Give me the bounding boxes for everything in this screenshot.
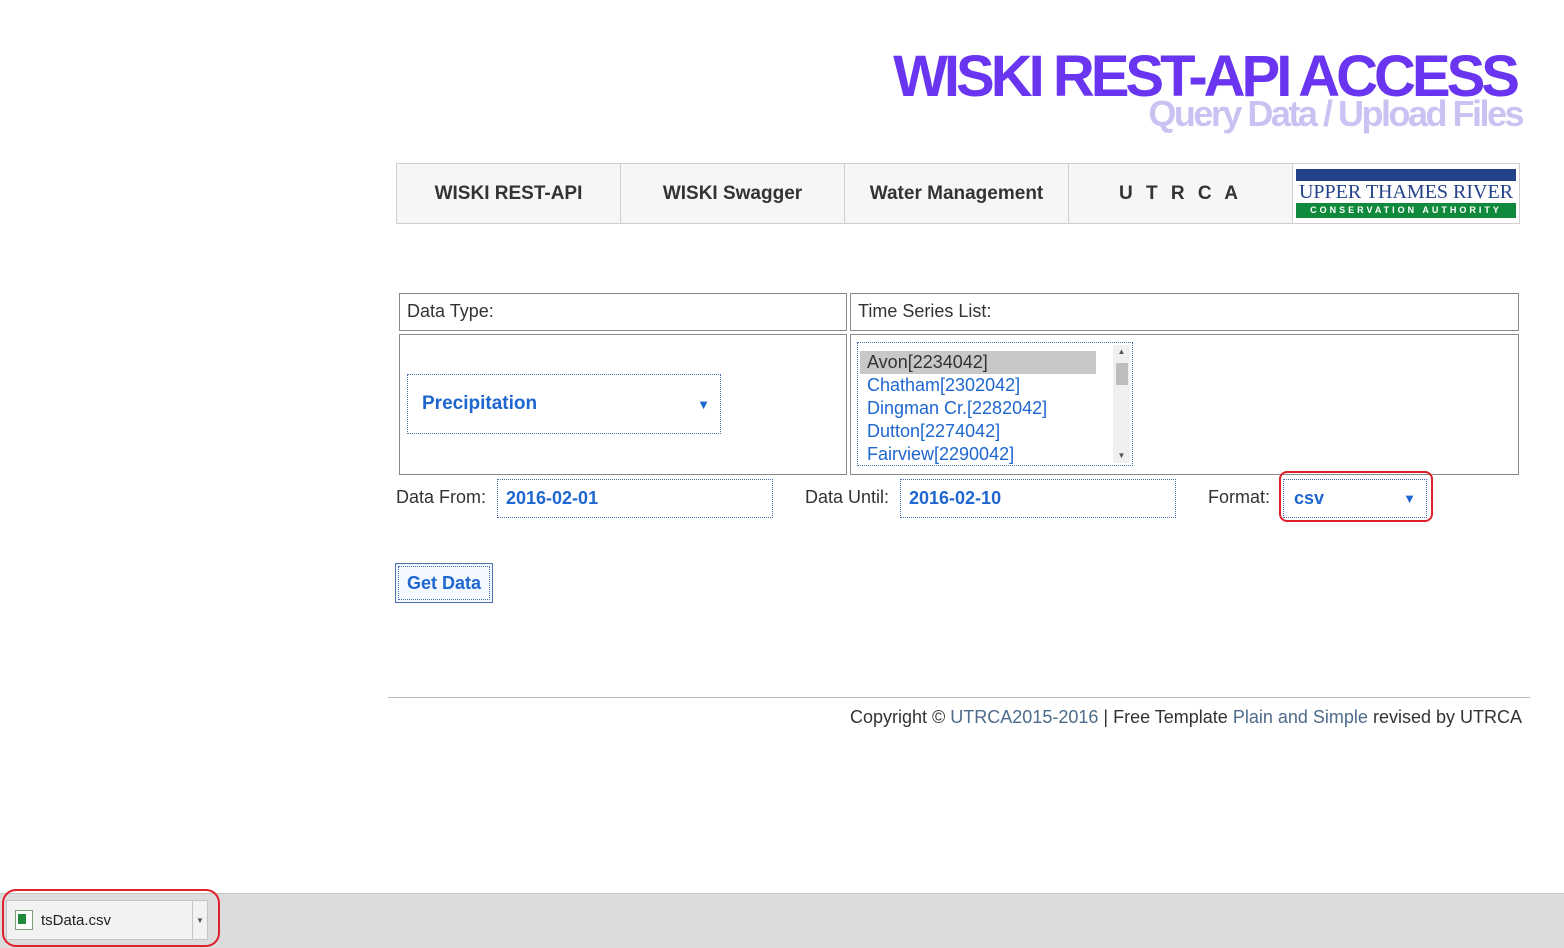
footer-org-link[interactable]: UTRCA2015-2016	[950, 707, 1098, 727]
listbox-scrollbar[interactable]: ▲ ▼	[1113, 345, 1130, 463]
format-label: Format:	[1208, 487, 1271, 507]
footer-separator: |	[1103, 707, 1109, 727]
data-from-label: Data From:	[396, 487, 487, 507]
time-series-header-cell: Time Series List:	[850, 293, 1519, 331]
list-item[interactable]: Avon[2234042]	[860, 351, 1096, 374]
format-select[interactable]: csv ▼	[1283, 479, 1427, 518]
download-file-name: tsData.csv	[41, 911, 112, 929]
nav-item-wiski-swagger[interactable]: WISKI Swagger	[621, 164, 845, 223]
chevron-down-icon[interactable]: ▼	[192, 901, 207, 939]
nav-bar: WISKI REST-API WISKI Swagger Water Manag…	[396, 163, 1520, 224]
download-item[interactable]: tsData.csv ▼	[6, 900, 208, 940]
data-type-label: Data Type:	[407, 301, 494, 321]
footer-template-link[interactable]: Plain and Simple	[1233, 707, 1368, 727]
scroll-up-icon[interactable]: ▲	[1113, 345, 1130, 359]
time-series-label: Time Series List:	[858, 301, 992, 321]
data-type-header-cell: Data Type:	[399, 293, 847, 331]
list-item[interactable]: Fairview[2290042]	[860, 443, 1096, 465]
data-from-input[interactable]	[497, 479, 773, 518]
footer-free-template: Free Template	[1113, 707, 1228, 727]
format-selected-value: csv	[1294, 488, 1325, 508]
logo-subtitle: CONSERVATION AUTHORITY	[1296, 203, 1516, 218]
footer: Copyright © UTRCA2015-2016 | Free Templa…	[850, 707, 1522, 728]
chevron-down-icon: ▼	[697, 396, 710, 412]
footer-revised-by: revised by UTRCA	[1372, 707, 1522, 727]
data-type-selected-value: Precipitation	[422, 393, 538, 414]
list-item[interactable]: Dingman Cr.[2282042]	[860, 397, 1096, 420]
download-bar: tsData.csv ▼	[0, 893, 1564, 948]
copyright-text: Copyright ©	[849, 707, 946, 727]
logo-name: UPPER THAMES RIVER	[1298, 181, 1514, 203]
get-data-button[interactable]: Get Data	[395, 563, 493, 603]
data-until-input[interactable]	[900, 479, 1176, 518]
time-series-listbox[interactable]: Avon[2234042] Chatham[2302042] Dingman C…	[857, 342, 1133, 466]
footer-divider	[388, 697, 1530, 698]
utrca-logo[interactable]: UPPER THAMES RIVER CONSERVATION AUTHORIT…	[1293, 164, 1519, 223]
chevron-down-icon: ▼	[1403, 491, 1416, 506]
data-type-select[interactable]: Precipitation ▼	[407, 374, 721, 434]
scroll-thumb[interactable]	[1116, 363, 1128, 385]
nav-item-water-management[interactable]: Water Management	[845, 164, 1069, 223]
list-item[interactable]: Dutton[2274042]	[860, 420, 1096, 443]
list-item[interactable]: Chatham[2302042]	[860, 374, 1096, 397]
page-subtitle: Query Data / Upload Files	[1148, 93, 1524, 134]
excel-file-icon	[15, 910, 33, 930]
scroll-down-icon[interactable]: ▼	[1113, 449, 1130, 463]
nav-item-wiski-rest-api[interactable]: WISKI REST-API	[397, 164, 621, 223]
data-until-label: Data Until:	[805, 487, 890, 507]
nav-item-utrca[interactable]: U T R C A	[1069, 164, 1293, 223]
logo-top-bar	[1296, 169, 1516, 181]
